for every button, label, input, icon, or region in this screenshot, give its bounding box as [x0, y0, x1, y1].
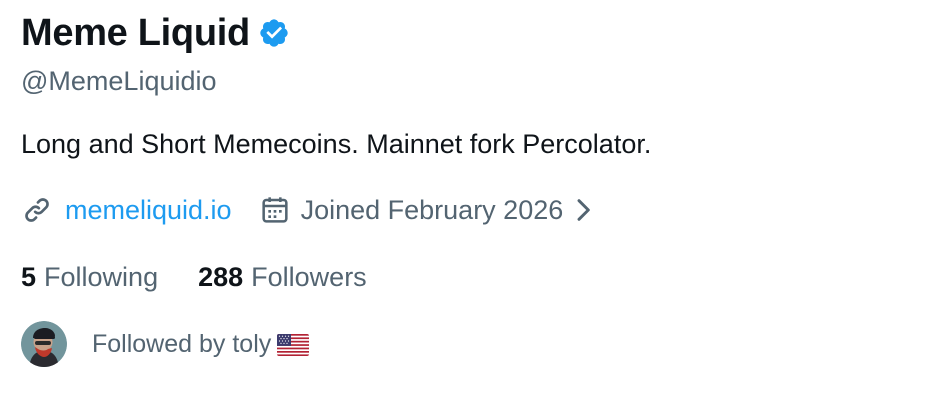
following-link[interactable]: 5 Following — [21, 259, 158, 295]
chevron-right-icon — [571, 194, 595, 226]
calendar-icon — [259, 194, 291, 226]
name-row: Meme Liquid — [21, 10, 290, 56]
following-count: 5 — [21, 262, 37, 292]
followers-label: Followers — [251, 262, 367, 292]
display-name: Meme Liquid — [21, 12, 250, 54]
profile-meta-row: memeliquid.io Joined February 2026 — [21, 190, 595, 230]
followers-link[interactable]: 288 Followers — [198, 259, 367, 295]
following-label: Following — [44, 262, 159, 292]
avatar[interactable] — [21, 321, 67, 367]
profile-bio: Long and Short Memecoins. Mainnet fork P… — [21, 129, 652, 159]
link-icon — [21, 194, 53, 226]
followed-by-text[interactable]: Followed by toly — [92, 327, 310, 361]
joined-date-label: Joined February 2026 — [300, 195, 564, 225]
followed-by-label: Followed by toly — [92, 330, 272, 358]
verified-badge-icon[interactable] — [258, 17, 290, 49]
profile-header: Meme Liquid @MemeLiquidio Long and Short… — [0, 0, 931, 401]
followed-by-row: Followed by toly — [21, 320, 310, 368]
website-link[interactable]: memeliquid.io — [65, 192, 232, 228]
us-flag-icon — [277, 334, 310, 356]
followers-count: 288 — [198, 262, 244, 292]
joined-date[interactable]: Joined February 2026 — [259, 192, 596, 228]
follow-stats: 5 Following 288 Followers — [21, 259, 367, 295]
profile-handle: @MemeLiquidio — [21, 66, 217, 96]
